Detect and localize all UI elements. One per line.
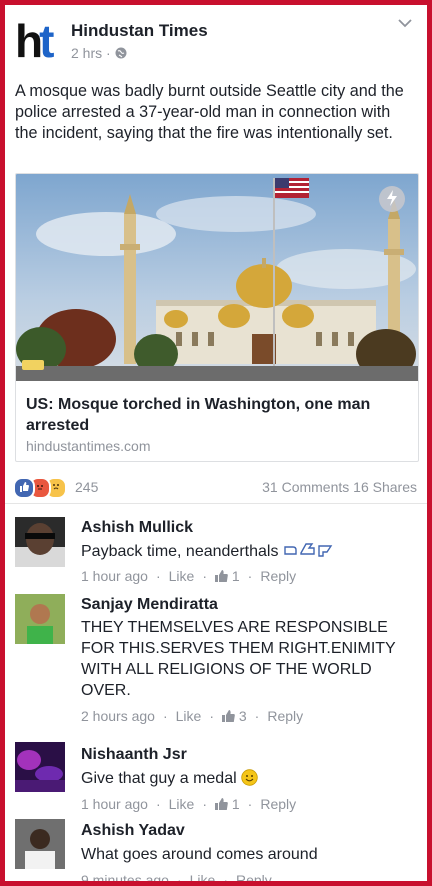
- page-name[interactable]: Hindustan Times: [71, 21, 208, 41]
- link-card-domain: hindustantimes.com: [26, 438, 151, 454]
- globe-icon: [115, 45, 127, 61]
- comment-time[interactable]: 1 hour ago: [81, 796, 148, 812]
- thumbs-up-icon: [214, 797, 228, 812]
- divider: [5, 503, 427, 504]
- comment-like-count[interactable]: 3: [239, 708, 247, 724]
- post-header: ht Hindustan Times 2 hrs ·: [5, 5, 427, 67]
- page-logo[interactable]: ht: [15, 18, 63, 64]
- like-link[interactable]: Like: [169, 796, 195, 812]
- comment-author[interactable]: Ashish Yadav: [81, 822, 185, 840]
- avatar[interactable]: [15, 742, 65, 792]
- comment-like-count[interactable]: 1: [232, 796, 240, 812]
- post-body: A mosque was badly burnt outside Seattle…: [15, 82, 404, 142]
- comment-like-count[interactable]: 1: [232, 568, 240, 584]
- reply-link[interactable]: Reply: [267, 708, 303, 724]
- comments-count[interactable]: 31 Comments: [262, 479, 349, 495]
- comments-shares-counts: 31 Comments 16 Shares: [262, 479, 417, 495]
- thumbs-up-icon: [214, 569, 228, 584]
- avatar[interactable]: [15, 819, 65, 869]
- comment-meta: 1 hour ago · Like · 1 · Reply: [81, 796, 297, 812]
- like-link[interactable]: Like: [190, 872, 216, 881]
- comment-meta: 2 hours ago · Like · 3 · Reply: [81, 708, 304, 724]
- post-frame: ht Hindustan Times 2 hrs · A mosque was …: [5, 5, 427, 881]
- comment-text: Payback time, neanderthals: [81, 541, 401, 562]
- like-reaction-icon[interactable]: [13, 477, 35, 499]
- comment-time[interactable]: 1 hour ago: [81, 568, 148, 584]
- smiley-icon: [241, 769, 258, 787]
- comment-text: Give that guy a medal: [81, 768, 401, 789]
- reply-link[interactable]: Reply: [260, 796, 296, 812]
- pointing-hands-icon: [283, 543, 333, 560]
- avatar[interactable]: [15, 594, 65, 644]
- comment-meta: 1 hour ago · Like · 1 · Reply: [81, 568, 297, 584]
- comment-meta: 9 minutes ago · Like · Reply: [81, 872, 272, 881]
- like-link[interactable]: Like: [176, 708, 202, 724]
- lightning-icon[interactable]: [379, 186, 405, 212]
- comment-author[interactable]: Sanjay Mendiratta: [81, 596, 218, 614]
- post-time[interactable]: 2 hrs: [71, 45, 102, 61]
- link-card[interactable]: US: Mosque torched in Washington, one ma…: [15, 173, 419, 462]
- comment-text: What goes around comes around: [81, 846, 318, 863]
- chevron-down-icon[interactable]: [397, 15, 413, 31]
- comment-author[interactable]: Ashish Mullick: [81, 519, 193, 537]
- avatar[interactable]: [15, 517, 65, 567]
- comment-time[interactable]: 2 hours ago: [81, 708, 155, 724]
- thumbs-up-icon: [221, 709, 235, 724]
- comment-text: THEY THEMSELVES ARE RESPONSIBLE FOR THIS…: [81, 619, 396, 699]
- post-meta: 2 hrs ·: [71, 45, 127, 61]
- post-stats: 245 31 Comments 16 Shares: [5, 475, 427, 499]
- link-card-title[interactable]: US: Mosque torched in Washington, one ma…: [26, 394, 406, 436]
- like-link[interactable]: Like: [169, 568, 195, 584]
- reply-link[interactable]: Reply: [236, 872, 272, 881]
- reactions-count[interactable]: 245: [75, 479, 98, 495]
- link-card-image: [16, 174, 418, 381]
- shares-count[interactable]: 16 Shares: [353, 479, 417, 495]
- comment-time[interactable]: 9 minutes ago: [81, 872, 169, 881]
- reply-link[interactable]: Reply: [260, 568, 296, 584]
- comment-author[interactable]: Nishaanth Jsr: [81, 746, 187, 764]
